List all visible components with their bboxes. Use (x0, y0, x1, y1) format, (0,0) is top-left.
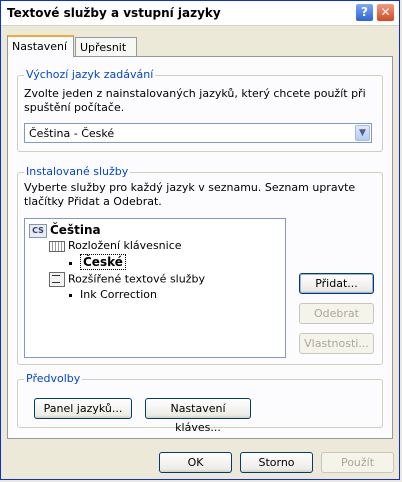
preferences-group: Předvolby Panel jazyků... Nastavení kláv… (17, 372, 383, 434)
cancel-button[interactable]: Storno (240, 452, 313, 473)
keyboard-icon (49, 240, 65, 252)
bullet-icon (69, 261, 72, 265)
services-tree[interactable]: CS Čeština Rozložení klávesnice České Roz… (24, 218, 286, 358)
ok-button[interactable]: OK (159, 452, 232, 473)
bullet-icon (69, 293, 72, 297)
default-language-group-label: Výchozí jazyk zadávání (24, 68, 156, 81)
key-settings-button[interactable]: Nastavení kláves... (145, 398, 251, 434)
default-language-group: Výchozí jazyk zadávání Zvolte jeden z na… (17, 68, 383, 152)
window-title: Textové služby a vstupní jazyky (7, 6, 221, 20)
tree-keyboard-node[interactable]: Rozložení klávesnice (49, 239, 182, 253)
tree-text-services-item-label: Ink Correction (80, 288, 157, 301)
help-button[interactable]: ? (355, 3, 374, 22)
language-badge-icon: CS (29, 224, 47, 238)
title-bar[interactable]: Textové služby a vstupní jazyky ? ✕ (1, 1, 399, 26)
apply-button[interactable]: Použít (321, 452, 394, 473)
tab-advanced[interactable]: Upřesnit (75, 37, 137, 56)
default-language-value: Čeština - České (29, 127, 115, 140)
tree-text-services-item[interactable]: Ink Correction (69, 288, 157, 302)
close-button[interactable]: ✕ (376, 3, 395, 22)
default-language-dropdown[interactable]: Čeština - České ▼ (24, 123, 372, 143)
default-language-description: Zvolte jeden z nainstalovaných jazyků, k… (24, 87, 366, 114)
installed-services-group: Instalované služby Vyberte služby pro ka… (17, 165, 383, 365)
installed-services-group-label: Instalované služby (24, 165, 131, 178)
text-services-icon (49, 272, 65, 287)
tree-keyboard-item-label: České (80, 254, 126, 270)
tree-language-node[interactable]: CS Čeština (29, 223, 101, 238)
language-bar-button[interactable]: Panel jazyků... (34, 398, 132, 419)
tab-settings[interactable]: Nastavení (7, 35, 74, 57)
tree-text-services-node[interactable]: Rozšířené textové služby (49, 272, 205, 287)
settings-panel: Výchozí jazyk zadávání Zvolte jeden z na… (7, 56, 393, 439)
tree-text-services-label: Rozšířené textové služby (68, 272, 205, 286)
tree-language-label: Čeština (50, 223, 101, 237)
add-button[interactable]: Přidat... (299, 273, 374, 294)
preferences-group-label: Předvolby (24, 372, 83, 385)
tree-keyboard-item[interactable]: České (69, 254, 126, 270)
properties-button[interactable]: Vlastnosti... (299, 333, 374, 354)
chevron-down-icon[interactable]: ▼ (355, 125, 370, 141)
dialog-window: Textové služby a vstupní jazyky ? ✕ Nast… (0, 0, 400, 480)
installed-services-description: Vyberte služby pro každý jazyk v seznamu… (24, 181, 356, 208)
remove-button[interactable]: Odebrat (299, 303, 374, 324)
tree-keyboard-label: Rozložení klávesnice (68, 239, 182, 252)
